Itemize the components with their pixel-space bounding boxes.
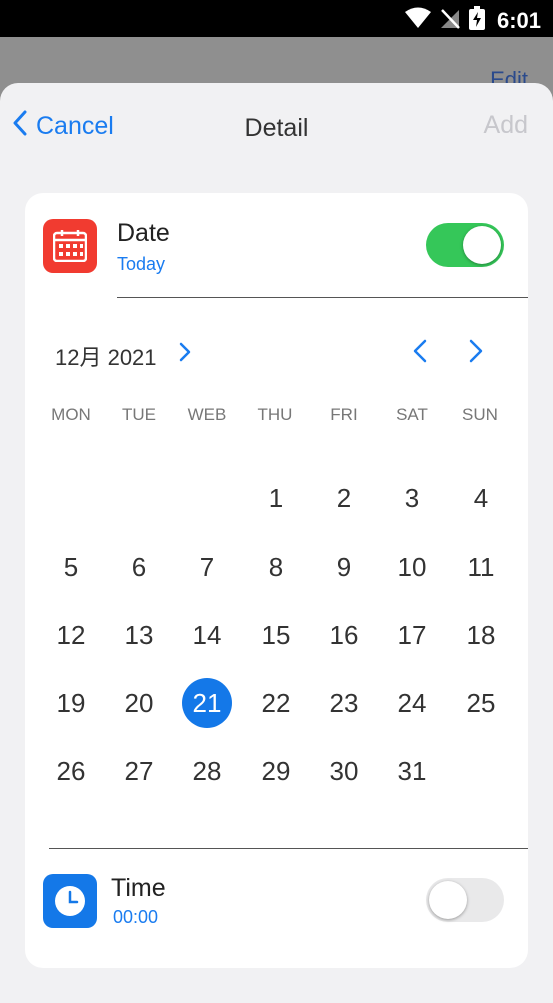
status-bar: 6:01 (0, 0, 553, 37)
calendar-day[interactable]: 12 (46, 610, 96, 660)
weekday-label: SAT (396, 405, 428, 424)
weekday-label: WEB (187, 405, 227, 424)
date-row-subtitle: Today (117, 254, 166, 274)
calendar-day[interactable]: 18 (456, 610, 506, 660)
calendar-day[interactable]: 19 (46, 678, 96, 728)
calendar-day[interactable]: 13 (114, 610, 164, 660)
calendar-day[interactable]: 24 (387, 678, 437, 728)
calendar-day[interactable]: 3 (387, 473, 437, 523)
weekday-label: THU (257, 405, 293, 424)
status-icons: 6:01 (404, 6, 541, 35)
calendar-day[interactable]: 5 (46, 542, 96, 592)
no-signal-icon (439, 7, 461, 34)
time-toggle[interactable] (426, 878, 504, 922)
calendar-day[interactable]: 8 (251, 542, 301, 592)
weekday-label: FRI (330, 405, 358, 424)
calendar-day[interactable]: 10 (387, 542, 437, 592)
page-title: Detail (244, 114, 309, 142)
calendar-day[interactable]: 17 (387, 610, 437, 660)
date-toggle[interactable] (426, 223, 504, 267)
calendar-day[interactable]: 7 (182, 542, 232, 592)
add-button[interactable]: Add (484, 111, 528, 140)
month-label: 12月 2021 (55, 345, 157, 370)
calendar-day[interactable]: 9 (319, 542, 369, 592)
calendar-day[interactable]: 2 (319, 473, 369, 523)
calendar-day[interactable]: 1 (251, 473, 301, 523)
clock-icon (43, 874, 97, 928)
battery-charging-icon (468, 6, 485, 35)
calendar-day[interactable]: 23 (319, 678, 369, 728)
calendar-day[interactable]: 26 (46, 746, 96, 796)
calendar-day[interactable]: 25 (456, 678, 506, 728)
date-row-title: Date (117, 219, 170, 247)
calendar-day[interactable]: 27 (114, 746, 164, 796)
calendar-day[interactable]: 20 (114, 678, 164, 728)
wifi-icon (404, 7, 431, 34)
calendar-day[interactable]: 11 (456, 542, 506, 592)
date-divider (117, 297, 528, 298)
next-month-button[interactable] (468, 339, 484, 368)
calendar-day[interactable]: 29 (251, 746, 301, 796)
calendar-day[interactable]: 4 (456, 473, 506, 523)
weekday-label: MON (51, 405, 91, 424)
weekday-label: SUN (462, 405, 498, 424)
month-picker-chevron-icon[interactable] (178, 342, 192, 367)
calendar-day[interactable]: 16 (319, 610, 369, 660)
calendar-day[interactable]: 30 (319, 746, 369, 796)
previous-month-button[interactable] (412, 339, 428, 368)
weekday-label: TUE (122, 405, 156, 424)
calendar-icon (43, 219, 97, 273)
time-row-subtitle: 00:00 (113, 907, 159, 927)
calendar-day[interactable]: 22 (251, 678, 301, 728)
time-divider (49, 848, 528, 849)
calendar-day[interactable]: 14 (182, 610, 232, 660)
calendar-day[interactable]: 28 (182, 746, 232, 796)
calendar-day[interactable]: 6 (114, 542, 164, 592)
calendar-day[interactable]: 31 (387, 746, 437, 796)
toggle-knob (429, 881, 467, 919)
calendar-day[interactable]: 15 (251, 610, 301, 660)
time-row-title: Time (111, 874, 166, 902)
status-time: 6:01 (496, 7, 541, 33)
calendar-day-selected[interactable]: 21 (182, 678, 232, 728)
toggle-knob (463, 226, 501, 264)
